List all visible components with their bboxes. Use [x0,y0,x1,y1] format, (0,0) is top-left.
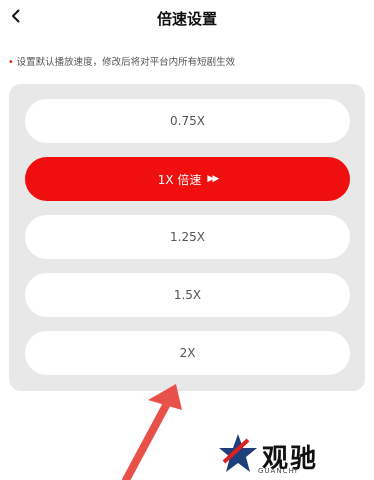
watermark-logo: 观驰 GUANCHI [218,432,368,478]
star-logo-icon [219,434,257,472]
watermark-subtitle: GUANCHI [258,467,298,475]
annotation-arrow-icon [122,384,182,480]
